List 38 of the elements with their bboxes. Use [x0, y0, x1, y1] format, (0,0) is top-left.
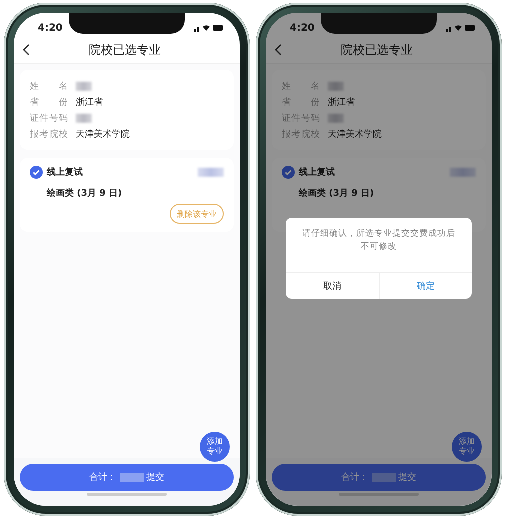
info-value: 天津美术学院 [328, 128, 382, 140]
info-value: 浙江省 [328, 96, 355, 108]
confirm-button[interactable]: 确定 [378, 273, 472, 299]
info-label: 证件号码 [30, 112, 68, 124]
info-label: 姓名 [30, 80, 68, 92]
redacted-value [76, 114, 92, 122]
status-time: 4:20 [290, 22, 315, 34]
redacted-value [450, 168, 476, 177]
dialog-message: 请仔细确认，所选专业提交交费成功后不可修改 [302, 228, 456, 254]
status-icons [446, 24, 476, 32]
major-detail: 绘画类 (3月 9 日) [47, 187, 124, 200]
page-title: 院校已选专业 [340, 42, 414, 58]
info-value: 浙江省 [76, 96, 103, 108]
info-label: 省份 [282, 96, 320, 108]
redacted-value [198, 168, 224, 177]
info-label: 报考院校 [30, 128, 68, 140]
submit-button[interactable]: 合计： 提交 [272, 464, 486, 491]
info-label: 报考院校 [282, 128, 320, 140]
status-time: 4:20 [38, 22, 63, 34]
redacted-value [76, 82, 92, 90]
info-value: 天津美术学院 [76, 128, 130, 140]
cancel-button[interactable]: 取消 [286, 273, 378, 299]
info-label: 省份 [30, 96, 68, 108]
status-icons [194, 24, 224, 32]
checkmark-icon[interactable] [30, 166, 43, 179]
submit-button[interactable]: 合计： 提交 [20, 464, 234, 491]
page-title: 院校已选专业 [88, 42, 162, 58]
delete-major-button[interactable]: 删除该专业 [170, 204, 224, 224]
redacted-value [328, 114, 344, 122]
info-label: 证件号码 [282, 112, 320, 124]
back-icon[interactable] [274, 44, 282, 56]
major-name: 线上复试 [47, 166, 83, 179]
back-icon[interactable] [22, 44, 30, 56]
major-detail: 绘画类 (3月 9 日) [299, 187, 376, 200]
redacted-value [328, 82, 344, 90]
info-label: 姓名 [282, 80, 320, 92]
major-name: 线上复试 [299, 166, 335, 179]
checkmark-icon[interactable] [282, 166, 295, 179]
